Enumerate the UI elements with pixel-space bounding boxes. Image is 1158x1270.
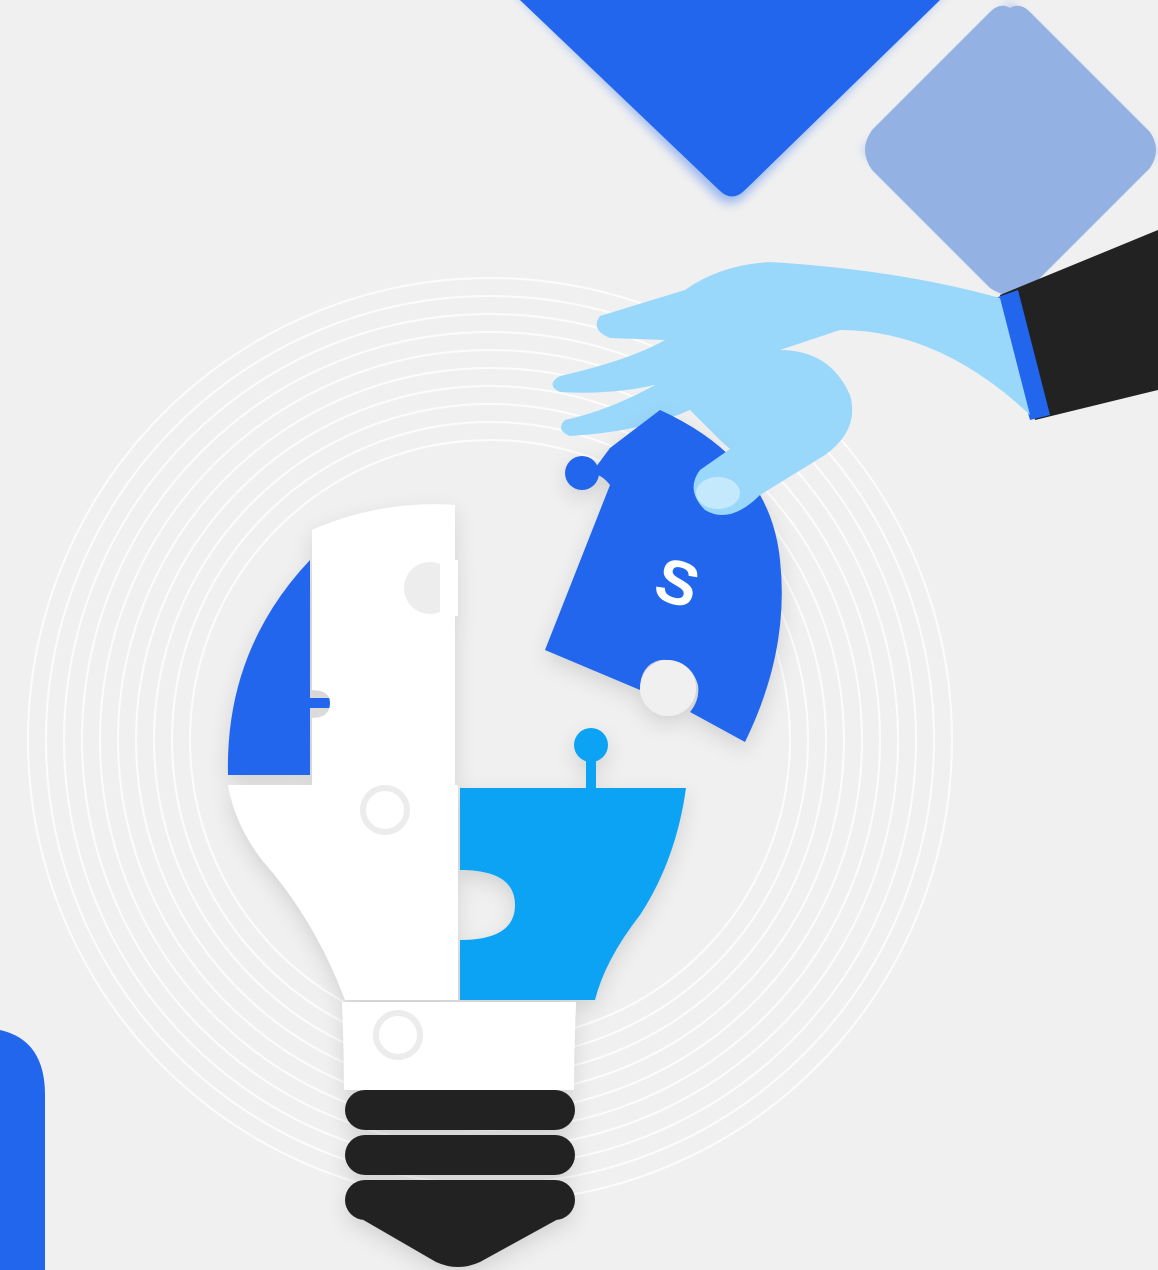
- lightbulb-puzzle-illustration: S: [0, 0, 1158, 1270]
- puzzle-piece-icon: [312, 504, 455, 785]
- illustration-canvas: S: [0, 0, 1158, 1270]
- blue-corner-block: [0, 1030, 45, 1270]
- thumbnail: [696, 477, 740, 509]
